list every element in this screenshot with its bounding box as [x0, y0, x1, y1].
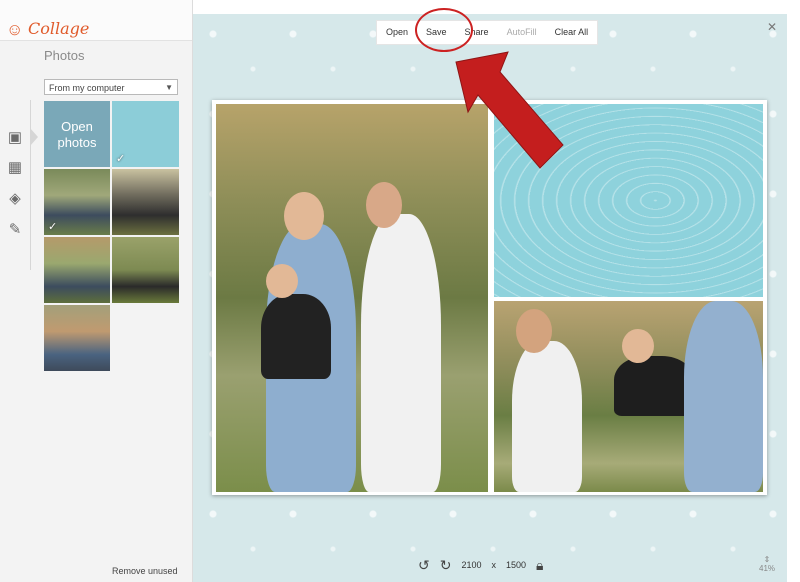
top-toolbar: Open Save Share AutoFill Clear All [376, 20, 599, 45]
zoom-indicator[interactable]: ⇕ 41% [759, 555, 775, 573]
photo-figure [622, 329, 654, 363]
collage-slot-small-photo[interactable] [494, 301, 763, 492]
lock-icon[interactable]: 🔒︎ [536, 557, 543, 574]
close-icon[interactable]: ✕ [767, 20, 777, 34]
checkmark-icon: ✓ [48, 221, 58, 233]
palette-icon[interactable]: ✎ [7, 222, 23, 238]
tool-divider [30, 100, 31, 270]
rotate-left-icon[interactable]: ↺ [418, 557, 430, 574]
left-panel: ☺ Collage Photos From my computer ▼ ▣ ▦ … [0, 0, 193, 582]
app-name: Collage [28, 19, 90, 38]
photo-figure [684, 301, 763, 492]
photo-source-select[interactable]: From my computer ▼ [44, 79, 178, 95]
panel-title: Photos [44, 48, 85, 63]
thumbnail-wood-pattern[interactable]: ✓ [112, 101, 179, 167]
photo-figure [512, 341, 582, 492]
rotate-right-icon[interactable]: ↻ [440, 557, 452, 574]
image-icon[interactable]: ▣ [7, 130, 23, 146]
thumbnail-photo[interactable] [112, 169, 179, 235]
open-button[interactable]: Open [377, 21, 417, 44]
pattern-icon[interactable]: ◈ [7, 191, 23, 207]
save-button[interactable]: Save [417, 21, 456, 44]
canvas-dimension-separator: x [491, 560, 497, 570]
open-photos-button[interactable]: Open photos [44, 101, 110, 167]
thumbnail-photo[interactable] [112, 237, 179, 303]
remove-unused-link[interactable]: Remove unused [112, 566, 178, 576]
photo-figure [261, 294, 331, 379]
canvas-width[interactable]: 2100 [461, 560, 481, 570]
photo-figure [614, 356, 694, 416]
autofill-button[interactable]: AutoFill [498, 21, 546, 44]
thumbnail-photo[interactable] [44, 305, 110, 371]
photo-figure [516, 309, 552, 353]
photo-source-value: From my computer [49, 83, 125, 93]
chevron-down-icon: ▼ [165, 83, 173, 92]
photo-figure [284, 192, 324, 240]
thumbnail-photo[interactable] [44, 237, 110, 303]
open-photos-label: Open photos [57, 119, 97, 150]
canvas-controls: ↺ ↻ 2100 x 1500 🔒︎ [418, 556, 553, 574]
clear-all-button[interactable]: Clear All [546, 21, 598, 44]
photo-figure [366, 182, 402, 228]
collage-slot-main-photo[interactable] [216, 104, 488, 492]
photo-figure [266, 264, 298, 298]
zoom-level: 41% [759, 564, 776, 573]
canvas-height[interactable]: 1500 [506, 560, 526, 570]
zoom-arrow-icon: ⇕ [763, 555, 771, 564]
photo-figure [361, 214, 441, 492]
layout-icon[interactable]: ▦ [7, 160, 23, 176]
logo-icon: ☺ [6, 20, 24, 39]
collage-slot-wood-pattern[interactable] [494, 104, 763, 297]
app-logo: ☺ Collage [0, 0, 192, 41]
thumbnail-photo[interactable]: ✓ [44, 169, 110, 235]
active-tab-indicator [30, 128, 38, 146]
checkmark-icon: ✓ [116, 153, 126, 165]
share-button[interactable]: Share [456, 21, 498, 44]
